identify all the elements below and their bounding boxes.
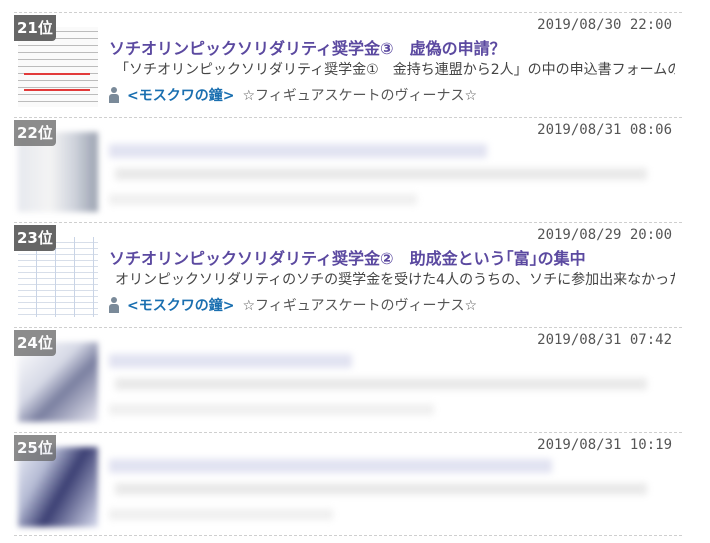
entry-meta: <モスクワの鐘> ☆フィギュアスケートのヴィーナス☆ <box>109 295 669 315</box>
entry-date: 2019/08/31 07:42 <box>537 332 672 348</box>
rank-badge: 24位 <box>14 330 56 356</box>
person-icon <box>109 87 119 103</box>
ranking-entry[interactable]: 25位 2019/08/31 10:19 <box>14 432 682 537</box>
entry-title-link[interactable]: ソチオリンピックソリダリティ奨学金③ 虚偽の申請？ <box>109 35 649 59</box>
entry-date: 2019/08/31 08:06 <box>537 122 672 138</box>
entry-snippet: 「ソチオリンピックソリダリティ奨学金① 金持ち連盟から2人」の中の申込書フォーム… <box>115 62 675 78</box>
author-link[interactable]: <モスクワの鐘> <box>127 298 234 314</box>
entry-date: 2019/08/29 20:00 <box>537 227 672 243</box>
person-icon <box>109 297 119 313</box>
ranking-entry[interactable]: 24位 2019/08/31 07:42 <box>14 327 682 432</box>
rank-badge: 21位 <box>14 15 56 41</box>
ranking-entry[interactable]: 21位 2019/08/30 22:00 ソチオリンピックソリダリティ奨学金③ … <box>14 12 682 117</box>
entry-date: 2019/08/30 22:00 <box>537 17 672 33</box>
blog-name-link[interactable]: ☆フィギュアスケートのヴィーナス☆ <box>242 298 477 314</box>
ranking-entry[interactable]: 22位 2019/08/31 08:06 <box>14 117 682 222</box>
rank-badge: 23位 <box>14 225 56 251</box>
entry-meta: <モスクワの鐘> ☆フィギュアスケートのヴィーナス☆ <box>109 85 669 105</box>
rank-badge: 25位 <box>14 435 56 461</box>
blog-name-link[interactable]: ☆フィギュアスケートのヴィーナス☆ <box>242 88 477 104</box>
author-link[interactable]: <モスクワの鐘> <box>127 88 234 104</box>
rank-badge: 22位 <box>14 120 56 146</box>
ranking-entry[interactable]: 23位 2019/08/29 20:00 ソチオリンピックソリダリティ奨学金② … <box>14 222 682 327</box>
entry-snippet: オリンピックソリダリティのソチの奨学金を受けた4人のうちの、ソチに参加出来なかっ… <box>115 272 675 288</box>
entry-date: 2019/08/31 10:19 <box>537 437 672 453</box>
entry-title-link[interactable]: ソチオリンピックソリダリティ奨学金② 助成金という｢富｣の集中 <box>109 245 649 269</box>
divider <box>14 535 682 536</box>
ranking-list: 21位 2019/08/30 22:00 ソチオリンピックソリダリティ奨学金③ … <box>14 0 682 543</box>
